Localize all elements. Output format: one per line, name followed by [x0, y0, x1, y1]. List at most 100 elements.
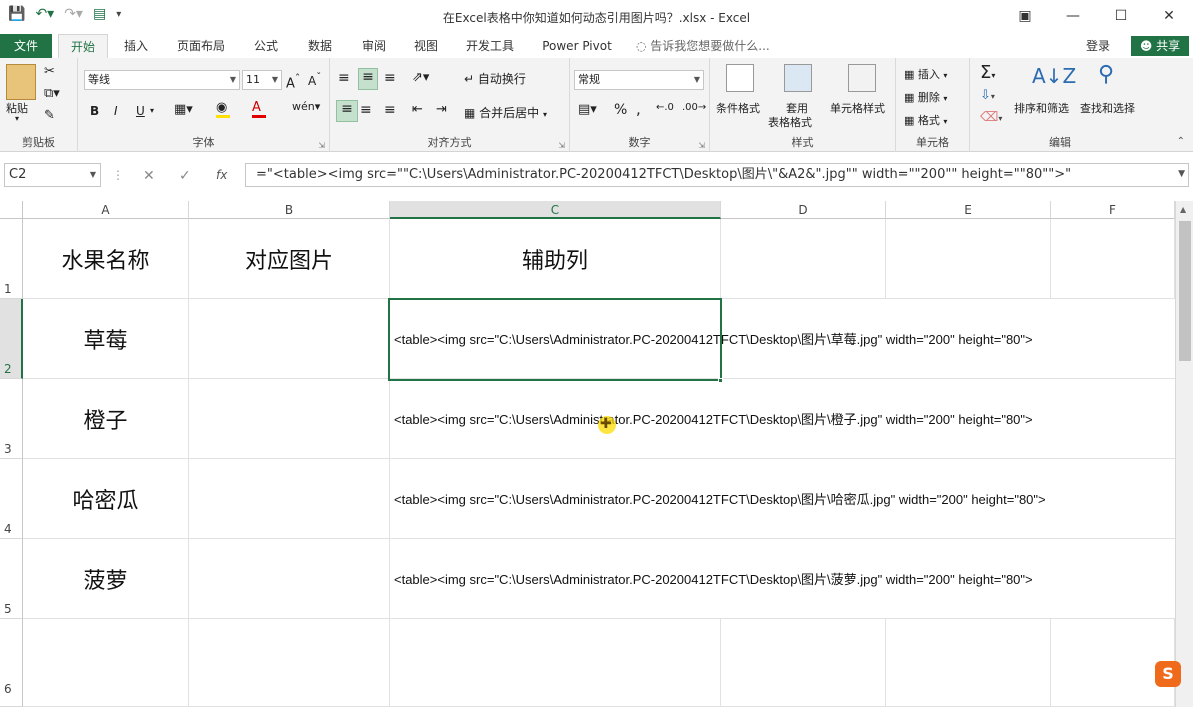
minimize-icon[interactable]: —	[1049, 0, 1097, 32]
dialog-launcher-icon[interactable]: ⇲	[558, 141, 565, 150]
find-select-button[interactable]: 查找和选择	[1080, 100, 1135, 116]
sort-filter-button[interactable]: 排序和筛选	[1014, 100, 1069, 116]
cell-b5[interactable]	[189, 539, 390, 619]
column-header-c[interactable]: C	[390, 201, 721, 219]
phonetic-icon[interactable]: wén▾	[292, 100, 320, 113]
row-header-4[interactable]: 4	[0, 459, 23, 539]
cell-c3[interactable]: <table><img src="C:\Users\Administrator.…	[390, 379, 1175, 459]
column-header-f[interactable]: F	[1051, 201, 1175, 219]
close-icon[interactable]: ✕	[1145, 0, 1193, 32]
tab-view[interactable]: 视图	[404, 34, 448, 58]
align-center-icon[interactable]: ≡	[360, 102, 372, 118]
row-header-2[interactable]: 2	[0, 299, 23, 379]
column-header-e[interactable]: E	[886, 201, 1051, 219]
tab-developer[interactable]: 开发工具	[458, 34, 522, 58]
formula-input[interactable]: ="<table><img src=""C:\Users\Administrat…	[245, 163, 1189, 187]
underline-dropdown-icon[interactable]: ▾	[150, 106, 154, 115]
row-header-6[interactable]: 6	[0, 619, 23, 707]
cell-c4[interactable]: <table><img src="C:\Users\Administrator.…	[390, 459, 1175, 539]
wrap-text-button[interactable]: ↵ 自动换行	[464, 70, 526, 87]
cell-d1[interactable]	[721, 219, 886, 299]
tab-home[interactable]: 开始	[58, 34, 108, 58]
cell-a2[interactable]: 草莓	[23, 299, 189, 379]
bold-button[interactable]: B	[90, 104, 99, 118]
column-header-b[interactable]: B	[189, 201, 390, 219]
currency-icon[interactable]: ▤▾	[578, 102, 597, 117]
delete-cells-button[interactable]: ▦ 删除 ▾	[904, 89, 947, 105]
cell-c1[interactable]: 辅助列	[390, 219, 721, 299]
dialog-launcher-icon[interactable]: ⇲	[318, 141, 325, 150]
collapse-ribbon-icon[interactable]: ⌃	[1177, 136, 1185, 147]
orientation-icon[interactable]: ⇗▾	[412, 70, 429, 85]
dialog-launcher-icon[interactable]: ⇲	[698, 141, 705, 150]
tab-page-layout[interactable]: 页面布局	[168, 34, 234, 58]
autosum-icon[interactable]: Σ▾	[980, 62, 995, 83]
tab-formulas[interactable]: 公式	[244, 34, 288, 58]
format-cells-button[interactable]: ▦ 格式 ▾	[904, 112, 947, 128]
expand-formula-icon[interactable]: ▼	[1178, 169, 1185, 179]
tab-power-pivot[interactable]: Power Pivot	[534, 34, 620, 58]
cell-e1[interactable]	[886, 219, 1051, 299]
name-box[interactable]: C2 ▼	[4, 163, 101, 187]
cell-f1[interactable]	[1051, 219, 1175, 299]
shrink-font-icon[interactable]: Aˇ	[308, 72, 321, 88]
share-button[interactable]: ☻ 共享	[1131, 36, 1189, 56]
bottom-align-icon[interactable]: ≡	[384, 70, 396, 86]
insert-cells-button[interactable]: ▦ 插入 ▾	[904, 66, 947, 82]
font-name-select[interactable]: 等线 ▼	[84, 70, 240, 90]
cell-a5[interactable]: 菠萝	[23, 539, 189, 619]
decrease-indent-icon[interactable]: ⇤	[412, 102, 423, 117]
top-align-icon[interactable]: ≡	[338, 70, 350, 86]
tell-me-box[interactable]: ◌ 告诉我您想要做什么...	[636, 34, 776, 58]
sign-in-link[interactable]: 登录	[1080, 34, 1116, 58]
cell-c5[interactable]: <table><img src="C:\Users\Administrator.…	[390, 539, 1175, 619]
cell-b1[interactable]: 对应图片	[189, 219, 390, 299]
cell-b2[interactable]	[189, 299, 390, 379]
fill-color-icon[interactable]: ◉	[216, 100, 230, 118]
tab-insert[interactable]: 插入	[114, 34, 158, 58]
middle-align-icon[interactable]: ≡	[358, 68, 378, 90]
cell-a1[interactable]: 水果名称	[23, 219, 189, 299]
cell-b3[interactable]	[189, 379, 390, 459]
copy-icon[interactable]: ⧉▾	[44, 86, 60, 101]
grow-font-icon[interactable]: Aˆ	[286, 72, 300, 91]
row-header-1[interactable]: 1	[0, 219, 23, 299]
cell-b4[interactable]	[189, 459, 390, 539]
worksheet-grid[interactable]: A B C D E F 1 2 3 4 5 6 水果名称 对应图片 辅助列 草莓…	[0, 201, 1193, 707]
cell-d6[interactable]	[721, 619, 886, 707]
align-right-icon[interactable]: ≡	[384, 102, 396, 118]
row-header-3[interactable]: 3	[0, 379, 23, 459]
cancel-icon[interactable]: ✕	[143, 168, 155, 184]
underline-button[interactable]: U	[136, 104, 145, 118]
align-left-icon[interactable]: ≡	[336, 100, 358, 122]
column-header-a[interactable]: A	[23, 201, 189, 219]
increase-indent-icon[interactable]: ⇥	[436, 102, 447, 117]
percent-button[interactable]: %	[614, 102, 627, 118]
conditional-format-button[interactable]: 条件格式	[716, 100, 760, 116]
ribbon-display-icon[interactable]: ▣	[1001, 0, 1049, 32]
cell-b6[interactable]	[189, 619, 390, 707]
enter-icon[interactable]: ✓	[179, 168, 191, 184]
clear-icon[interactable]: ⌫▾	[980, 110, 1002, 125]
cell-c6[interactable]	[390, 619, 721, 707]
merge-center-button[interactable]: ▦ 合并后居中 ▾	[464, 104, 547, 121]
fill-handle[interactable]	[718, 378, 723, 383]
font-color-icon[interactable]: A	[252, 100, 266, 118]
fill-icon[interactable]: ⇩▾	[980, 88, 995, 103]
scrollbar-thumb[interactable]	[1179, 221, 1191, 361]
select-all-corner[interactable]	[0, 201, 23, 219]
scroll-up-icon[interactable]: ▲	[1180, 205, 1186, 214]
increase-decimal-icon[interactable]: ←.0	[656, 102, 674, 113]
cell-styles-button[interactable]: 单元格样式	[830, 100, 885, 116]
comma-button[interactable]: ,	[636, 100, 641, 118]
tab-review[interactable]: 审阅	[352, 34, 396, 58]
border-icon[interactable]: ▦▾	[174, 102, 193, 117]
font-size-select[interactable]: 11 ▼	[242, 70, 282, 90]
cell-a4[interactable]: 哈密瓜	[23, 459, 189, 539]
insert-function-icon[interactable]: fx	[216, 168, 227, 182]
cell-a3[interactable]: 橙子	[23, 379, 189, 459]
maximize-icon[interactable]: ☐	[1097, 0, 1145, 32]
column-header-d[interactable]: D	[721, 201, 886, 219]
number-format-select[interactable]: 常规 ▼	[574, 70, 704, 90]
vertical-scrollbar[interactable]: ▲	[1175, 201, 1193, 707]
